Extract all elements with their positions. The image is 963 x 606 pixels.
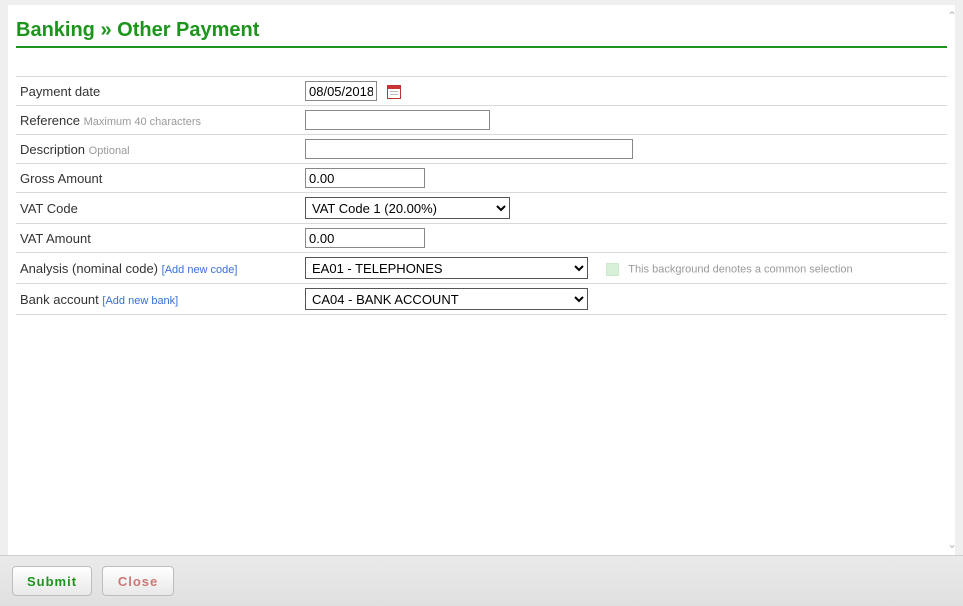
add-new-code-link[interactable]: [Add new code] [162,264,238,276]
row-vat-code: VAT Code VAT Code 1 (20.00%) [16,193,947,224]
scroll-up-indicator: ⌃ [947,9,955,23]
analysis-legend: This background denotes a common selecti… [628,264,852,276]
add-new-bank-link[interactable]: [Add new bank] [102,295,178,307]
row-description: Description Optional [16,135,947,164]
row-gross-amount: Gross Amount [16,164,947,193]
vat-code-label: VAT Code [20,201,78,216]
payment-date-label: Payment date [20,84,100,99]
reference-label: Reference [20,113,80,128]
calendar-icon[interactable] [387,85,401,99]
description-input[interactable] [305,139,633,159]
description-hint: Optional [89,145,130,157]
row-reference: Reference Maximum 40 characters [16,106,947,135]
close-button[interactable]: Close [102,566,174,596]
scroll-down-indicator: ⌄ [947,537,955,551]
row-vat-amount: VAT Amount [16,224,947,253]
gross-amount-label: Gross Amount [20,171,102,186]
bank-account-select[interactable]: CA04 - BANK ACCOUNT [305,288,588,310]
row-payment-date: Payment date [16,77,947,106]
form-table: Payment date Reference Maximum 40 charac… [16,76,947,315]
row-bank-account: Bank account [Add new bank] CA04 - BANK … [16,284,947,315]
vat-amount-input[interactable] [305,228,425,248]
vat-code-select[interactable]: VAT Code 1 (20.00%) [305,197,510,219]
content-area: ⌃ ⌄ Banking » Other Payment Payment date… [8,5,955,555]
common-selection-swatch [606,263,619,276]
reference-hint: Maximum 40 characters [84,116,201,128]
description-label: Description [20,142,85,157]
title-divider [16,46,947,48]
reference-input[interactable] [305,110,490,130]
submit-button[interactable]: Submit [12,566,92,596]
vat-amount-label: VAT Amount [20,231,91,246]
gross-amount-input[interactable] [305,168,425,188]
analysis-select[interactable]: EA01 - TELEPHONES [305,257,588,279]
payment-date-input[interactable] [305,81,377,101]
analysis-label: Analysis (nominal code) [20,261,158,276]
page-title: Banking » Other Payment [16,19,947,42]
row-analysis: Analysis (nominal code) [Add new code] E… [16,253,947,284]
footer-bar: Submit Close [0,555,963,606]
bank-account-label: Bank account [20,292,99,307]
